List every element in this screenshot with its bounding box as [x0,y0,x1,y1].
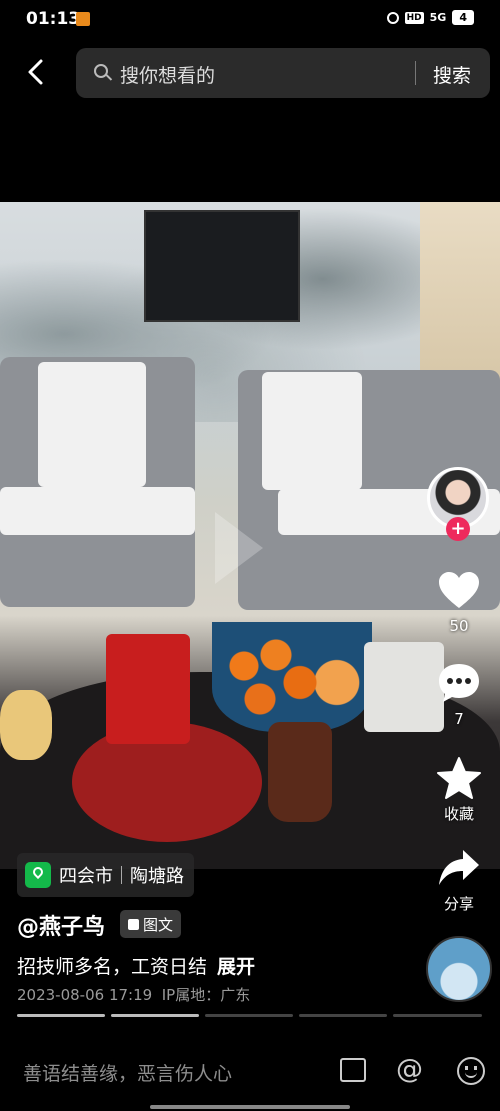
status-time: 01:13 [26,9,81,29]
like-heart-icon[interactable] [437,570,481,610]
post-meta: 2023-08-06 17:19 IP属地：广东 [17,984,250,1005]
bread [0,690,52,760]
favorite-label: 收藏 [443,805,474,823]
status-bar: 01:13 HD 5G 4 [0,0,500,38]
progress-segment [299,1014,387,1017]
post-type-label: 图文 [143,915,174,934]
chair-towel-right [262,372,362,490]
follow-plus-icon[interactable]: + [446,517,470,541]
comment-count: 7 [454,710,464,728]
back-arrow-icon[interactable] [22,57,52,87]
glass-jar [268,722,332,822]
location-pin-icon [25,862,51,888]
emoji-icon[interactable] [457,1057,485,1085]
music-disc-icon[interactable] [426,936,492,1002]
location-tag[interactable]: 四会市 陶塘路 [17,853,194,897]
search-button[interactable]: 搜索 [433,61,471,88]
comment-input[interactable]: 善语结善缘，恶言伤人心 [23,1059,232,1086]
expand-button[interactable]: 展开 [217,956,255,978]
notification-app-icon [76,12,90,26]
network-label: 5G [429,11,447,24]
comment-bar: 善语结善缘，恶言伤人心 @ [0,1040,500,1100]
ip-location: IP属地：广东 [161,986,251,1004]
chair-footrest-left [0,487,195,535]
post-datetime: 2023-08-06 17:19 [17,986,153,1004]
search-bar[interactable]: 搜你想看的 搜索 [76,48,490,98]
author-name[interactable]: @燕子鸟 [17,909,105,941]
fruit-bowl [212,622,372,732]
location-road: 陶塘路 [130,866,184,887]
like-count: 50 [449,617,469,635]
progress-segment [111,1014,199,1017]
progress-segment [17,1014,105,1017]
status-icons: HD 5G 4 [386,10,474,25]
progress-segment [205,1014,293,1017]
home-indicator [150,1105,350,1109]
wall-tv [144,210,300,322]
share-arrow-icon[interactable] [437,848,481,888]
search-divider [415,61,416,85]
search-icon [94,64,108,78]
top-bar: 搜你想看的 搜索 [0,45,500,101]
caption-text: 招技师多名，工资日结 [17,956,208,978]
image-icon[interactable] [340,1058,366,1082]
search-input[interactable]: 搜你想看的 [120,61,215,88]
post-type-badge: 图文 [120,910,182,938]
snack-bag [106,634,190,744]
battery-icon: 4 [452,10,474,25]
post-caption[interactable]: 招技师多名，工资日结 展开 [17,952,255,979]
favorite-star-icon[interactable] [436,756,482,800]
hd-icon: HD [404,11,424,24]
share-label: 分享 [443,895,474,913]
alarm-icon [386,11,399,24]
image-text-icon [128,918,139,930]
play-icon[interactable] [215,512,263,584]
progress-segment [393,1014,482,1017]
comment-bubble-icon[interactable] [437,662,481,704]
chair-towel-left [38,362,146,487]
location-city: 四会市 [59,866,113,887]
post-image[interactable] [0,202,500,869]
location-separator [121,866,122,884]
at-mention-icon[interactable]: @ [396,1054,423,1085]
